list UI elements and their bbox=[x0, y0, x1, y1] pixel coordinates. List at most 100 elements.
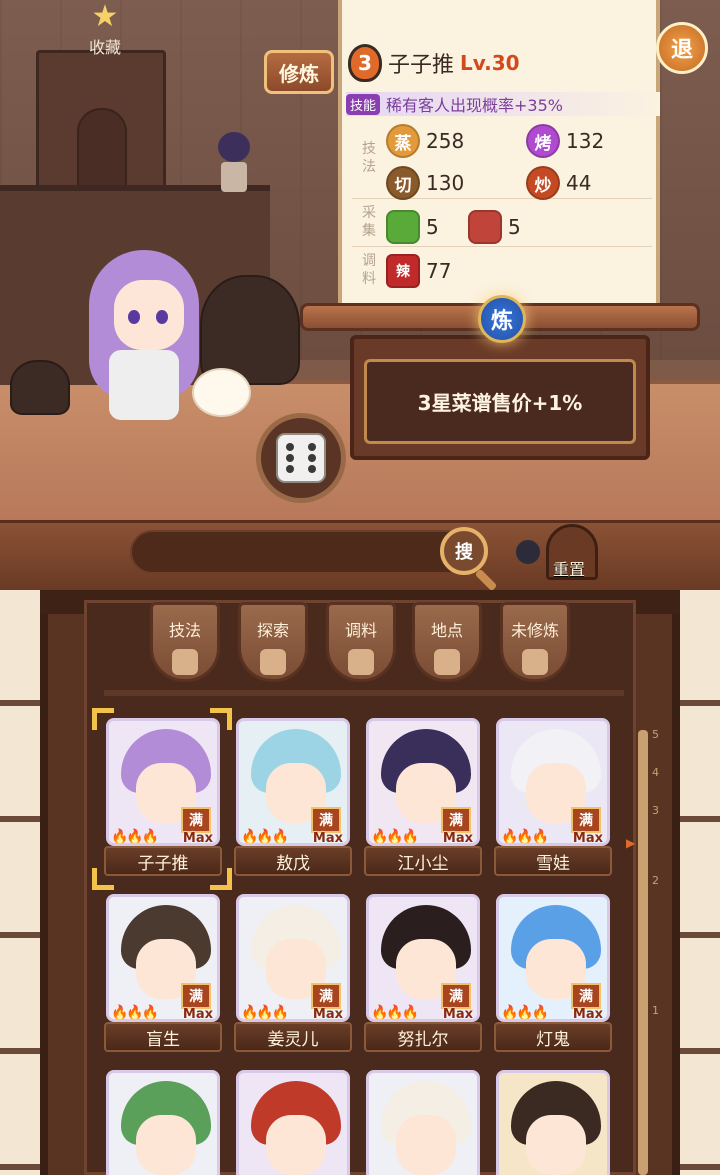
stirfry-icon: 炒 bbox=[526, 166, 560, 200]
shovel-icon bbox=[172, 649, 198, 675]
filter-label: 调料 bbox=[344, 621, 377, 640]
cultivate-tab[interactable]: 修炼 bbox=[264, 50, 334, 94]
chef-card[interactable]: 🔥🔥🔥 满 Max 雪娃 bbox=[494, 718, 612, 878]
chef-card[interactable] bbox=[106, 1070, 220, 1175]
chef-portrait: 🔥🔥🔥 满 Max bbox=[236, 718, 350, 846]
skill-text: 稀有客人出现概率+35% bbox=[386, 96, 563, 115]
chef-card[interactable]: 🔥🔥🔥 满 Max 江小尘 bbox=[364, 718, 482, 878]
dumpling-pet bbox=[194, 370, 249, 415]
max-badge: 满 bbox=[441, 983, 471, 1009]
dice-icon bbox=[276, 433, 326, 483]
max-label: Max bbox=[312, 831, 343, 846]
vegetable-icon bbox=[386, 210, 420, 244]
max-label: Max bbox=[312, 1007, 343, 1022]
face bbox=[396, 1115, 456, 1175]
shelf-line bbox=[104, 690, 624, 696]
cut-icon: 切 bbox=[386, 166, 420, 200]
skill-row: 技能 稀有客人出现概率+35% bbox=[346, 92, 660, 116]
chef-portrait: 🔥🔥🔥 满 Max bbox=[236, 894, 350, 1022]
filter-label: 未修炼 bbox=[510, 621, 559, 640]
star-rank-badge: 3 bbox=[348, 44, 382, 82]
gather-value: 5 bbox=[426, 215, 439, 239]
flame-rank-icon: 🔥🔥🔥 bbox=[371, 1005, 419, 1021]
spicy-icon: 辣 bbox=[386, 254, 420, 288]
steam-icon: 蒸 bbox=[386, 124, 420, 158]
cabinet bbox=[36, 50, 166, 195]
favorites-button[interactable]: ★ 收藏 bbox=[84, 0, 126, 58]
scroll-tick: 3 bbox=[652, 804, 659, 817]
face bbox=[526, 1115, 586, 1175]
random-dice-button[interactable] bbox=[256, 413, 346, 503]
stat-value: 130 bbox=[426, 171, 465, 195]
chef-nameplate: 雪娃 bbox=[494, 846, 612, 876]
chef-portrait bbox=[366, 1070, 480, 1175]
max-badge: 满 bbox=[311, 983, 341, 1009]
flame-rank-icon: 🔥🔥🔥 bbox=[241, 1005, 289, 1021]
filter-explore[interactable]: 探索 bbox=[238, 602, 308, 682]
face bbox=[136, 1115, 196, 1175]
chef-portrait: 🔥🔥🔥 满 Max bbox=[366, 894, 480, 1022]
chef-portrait: 🔥🔥🔥 满 Max bbox=[106, 894, 220, 1022]
chef-card[interactable]: 🔥🔥🔥 满 Max 灯鬼 bbox=[494, 894, 612, 1054]
location-pin-icon bbox=[434, 649, 460, 675]
filter-technique[interactable]: 技法 bbox=[150, 602, 220, 682]
refine-button[interactable]: 炼 bbox=[478, 295, 526, 343]
max-badge: 满 bbox=[571, 807, 601, 833]
chef-card[interactable] bbox=[366, 1070, 480, 1175]
refine-pedestal: 3星菜谱售价+1% 炼 bbox=[300, 295, 700, 470]
max-label: Max bbox=[572, 1007, 603, 1022]
search-input[interactable] bbox=[130, 530, 470, 574]
max-badge: 满 bbox=[311, 807, 341, 833]
chef-portrait: 🔥🔥🔥 满 Max bbox=[496, 718, 610, 846]
filter-label: 地点 bbox=[430, 621, 463, 640]
selection-frame bbox=[92, 708, 232, 890]
flame-rank-icon: 🔥🔥🔥 bbox=[501, 829, 549, 845]
flame-rank-icon: 🔥🔥🔥 bbox=[111, 1005, 159, 1021]
max-label: Max bbox=[572, 831, 603, 846]
scroll-tick: 1 bbox=[652, 1004, 659, 1017]
face bbox=[266, 1115, 326, 1175]
jar bbox=[10, 360, 70, 415]
chef-portrait bbox=[106, 1070, 220, 1175]
chef-portrait: 🔥🔥🔥 满 Max bbox=[366, 718, 480, 846]
seasoning-section-label: 调料 bbox=[362, 253, 376, 287]
chef-nameplate: 努扎尔 bbox=[364, 1022, 482, 1052]
scroll-tick: 5 bbox=[652, 728, 659, 741]
stat-stirfry: 炒 44 bbox=[526, 166, 591, 200]
star-scrollbar[interactable] bbox=[638, 730, 648, 1175]
stat-roast: 烤 132 bbox=[526, 124, 604, 158]
roast-icon: 烤 bbox=[526, 124, 560, 158]
chef-portrait: 🔥🔥🔥 满 Max bbox=[496, 894, 610, 1022]
exit-button[interactable]: 退 bbox=[656, 22, 708, 74]
bag-icon bbox=[522, 649, 548, 675]
chef-portrait bbox=[236, 1070, 350, 1175]
chef-card[interactable] bbox=[236, 1070, 350, 1175]
chef-nameplate: 姜灵儿 bbox=[234, 1022, 352, 1052]
chef-card[interactable]: 🔥🔥🔥 满 Max 盲生 bbox=[104, 894, 222, 1054]
stat-value: 44 bbox=[566, 171, 592, 195]
star-icon: ★ bbox=[91, 0, 119, 34]
max-label: Max bbox=[182, 1007, 213, 1022]
search-button[interactable]: 搜 bbox=[440, 527, 488, 575]
max-badge: 满 bbox=[441, 807, 471, 833]
chef-card[interactable]: 🔥🔥🔥 满 Max 姜灵儿 bbox=[234, 894, 352, 1054]
chef-card[interactable] bbox=[496, 1070, 610, 1175]
bottle-icon bbox=[348, 649, 374, 675]
filter-seasoning[interactable]: 调料 bbox=[326, 602, 396, 682]
chef-card[interactable]: 🔥🔥🔥 满 Max 努扎尔 bbox=[364, 894, 482, 1054]
spade-icon bbox=[260, 649, 286, 675]
max-badge: 满 bbox=[181, 983, 211, 1009]
chef-info-card: 3 子子推 Lv.30 技能 稀有客人出现概率+35% 技法 采集 调料 蒸 2… bbox=[338, 0, 660, 312]
flame-rank-icon: 🔥🔥🔥 bbox=[241, 829, 289, 845]
chef-card[interactable]: 🔥🔥🔥 满 Max 敖戊 bbox=[234, 718, 352, 878]
skill-tag: 技能 bbox=[346, 93, 381, 115]
stat-value: 132 bbox=[566, 129, 605, 153]
filter-uncultivated[interactable]: 未修炼 bbox=[500, 602, 570, 682]
flame-rank-icon: 🔥🔥🔥 bbox=[371, 829, 419, 845]
flame-rank-icon: 🔥🔥🔥 bbox=[501, 1005, 549, 1021]
favorites-label: 收藏 bbox=[88, 38, 121, 57]
filter-location[interactable]: 地点 bbox=[412, 602, 482, 682]
gather-value: 5 bbox=[508, 215, 521, 239]
refine-bonus-text: 3星菜谱售价+1% bbox=[364, 359, 636, 444]
filter-label: 探索 bbox=[256, 621, 289, 640]
